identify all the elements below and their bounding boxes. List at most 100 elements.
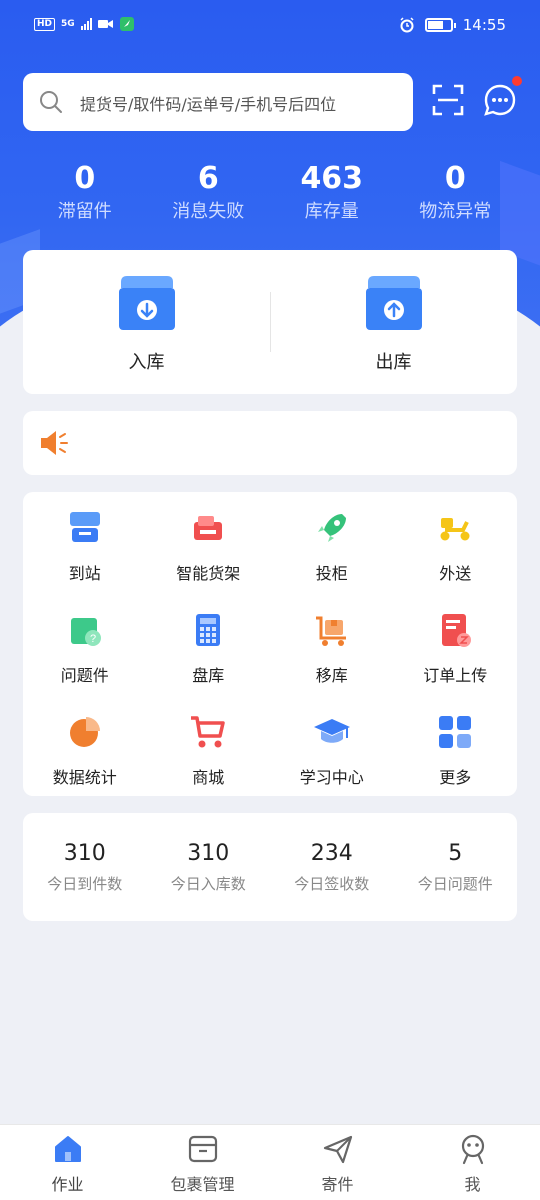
tab-package-management[interactable]: 包裹管理	[135, 1125, 270, 1200]
search-input[interactable]: 提货号/取件码/运单号/手机号后四位	[80, 91, 336, 115]
stat-message-failed[interactable]: 6 消息失败	[147, 160, 271, 230]
today-inbound[interactable]: 310 今日入库数	[147, 813, 271, 921]
outbound-box-icon	[365, 276, 422, 330]
problem-package-icon: ?	[70, 618, 101, 646]
today-arrived[interactable]: 310 今日到件数	[23, 813, 147, 921]
grid-item-more[interactable]: 更多	[394, 712, 518, 794]
today-value: 310	[187, 841, 230, 866]
stat-logistics-exception[interactable]: 0 物流异常	[394, 160, 518, 230]
shopping-cart-icon	[191, 716, 225, 748]
today-value: 310	[63, 841, 106, 866]
grid-item-label: 商城	[192, 768, 225, 787]
grid-item-label: 投柜	[315, 564, 348, 583]
signal-icon	[80, 18, 92, 30]
grid-item-move-stock[interactable]: 移库	[270, 610, 394, 692]
inbound-outbound-card: 入库 出库	[23, 250, 517, 394]
more-grid-icon	[439, 716, 472, 748]
stat-value: 0	[444, 161, 466, 196]
stat-label: 消息失败	[172, 201, 245, 222]
stat-label: 滞留件	[57, 201, 112, 222]
today-stats-card: 310 今日到件数 310 今日入库数 234 今日签收数 5 今日问题件	[23, 813, 517, 921]
today-label: 今日签收数	[294, 875, 370, 893]
profile-icon	[461, 1134, 484, 1165]
message-icon[interactable]	[484, 84, 516, 116]
pie-chart-icon	[69, 717, 100, 747]
grid-item-delivery[interactable]: 外送	[394, 508, 518, 590]
grid-item-label: 问题件	[60, 666, 109, 685]
tab-work[interactable]: 作业	[0, 1125, 135, 1200]
grid-item-smart-shelf[interactable]: 智能货架	[147, 508, 271, 590]
home-icon	[54, 1136, 81, 1162]
search-bar[interactable]: 提货号/取件码/运单号/手机号后四位	[23, 73, 413, 131]
today-label: 今日到件数	[47, 875, 123, 893]
grid-item-label: 到站	[68, 564, 101, 583]
notification-dot	[512, 76, 522, 86]
grid-item-problem[interactable]: ? 问题件	[23, 610, 147, 692]
grid-item-label: 外送	[439, 564, 472, 583]
today-label: 今日问题件	[417, 875, 493, 893]
outbound-label: 出库	[375, 352, 412, 373]
grid-item-label: 盘库	[192, 666, 225, 685]
grid-item-order-upload[interactable]: 订单上传	[394, 610, 518, 692]
tab-label: 寄件	[321, 1175, 354, 1194]
bottom-tab-bar: 作业 包裹管理 寄件 我	[0, 1124, 540, 1200]
order-upload-icon	[442, 614, 472, 647]
grid-item-label: 订单上传	[423, 666, 488, 685]
app-notify-icon	[119, 17, 134, 31]
inbound-button[interactable]: 入库	[23, 250, 270, 394]
stat-label: 库存量	[304, 201, 359, 222]
scan-icon[interactable]	[432, 84, 464, 116]
scooter-icon	[440, 518, 470, 541]
graduation-cap-icon	[313, 719, 350, 743]
grid-item-mall[interactable]: 商城	[147, 712, 271, 794]
status-left: HD 5G	[34, 17, 134, 31]
status-right: 14:55	[399, 16, 506, 34]
outbound-button[interactable]: 出库	[270, 250, 517, 394]
inbound-label: 入库	[128, 352, 165, 373]
grid-item-label: 更多	[439, 768, 472, 787]
function-grid: 到站 智能货架 投柜 外送 ? 问题件 盘库 移库 订单上传 数据统计 商城 学…	[23, 508, 517, 794]
today-value: 234	[310, 841, 353, 866]
stat-value: 0	[74, 161, 96, 196]
today-value: 5	[448, 841, 463, 866]
grid-item-arrival[interactable]: 到站	[23, 508, 147, 590]
clock: 14:55	[462, 16, 506, 34]
grid-item-learning[interactable]: 学习中心	[270, 712, 394, 794]
grid-item-stocktake[interactable]: 盘库	[147, 610, 271, 692]
today-label: 今日入库数	[170, 875, 246, 893]
hd-badge: HD	[34, 17, 56, 31]
station-icon	[69, 512, 100, 542]
tab-me[interactable]: 我	[405, 1125, 540, 1200]
status-bar: HD 5G 14:55	[0, 0, 540, 52]
calculator-icon	[196, 614, 221, 646]
grid-item-statistics[interactable]: 数据统计	[23, 712, 147, 794]
grid-item-label: 智能货架	[176, 564, 241, 583]
cart-box-icon	[315, 616, 346, 646]
tab-label: 包裹管理	[170, 1175, 235, 1194]
stat-value: 463	[300, 161, 364, 196]
today-signed[interactable]: 234 今日签收数	[270, 813, 394, 921]
battery-icon	[424, 18, 456, 32]
stat-inventory[interactable]: 463 库存量	[270, 160, 394, 230]
package-manage-icon	[188, 1135, 217, 1163]
tab-label: 我	[464, 1175, 481, 1194]
today-problem[interactable]: 5 今日问题件	[394, 813, 518, 921]
stat-label: 物流异常	[419, 201, 492, 222]
header-stats: 0 滞留件 6 消息失败 463 库存量 0 物流异常	[23, 160, 517, 230]
send-icon	[323, 1135, 352, 1164]
function-grid-card: 到站 智能货架 投柜 外送 ? 问题件 盘库 移库 订单上传 数据统计 商城 学…	[23, 492, 517, 796]
notice-bar[interactable]	[23, 411, 517, 475]
divider	[270, 292, 271, 352]
stat-stranded[interactable]: 0 滞留件	[23, 160, 147, 230]
grid-item-label: 移库	[315, 666, 348, 685]
grid-item-locker[interactable]: 投柜	[270, 508, 394, 590]
inbound-box-icon	[118, 276, 175, 330]
alarm-icon	[400, 17, 414, 33]
rocket-icon	[317, 514, 346, 542]
tab-send[interactable]: 寄件	[270, 1125, 405, 1200]
svg-text:?: ?	[90, 633, 96, 645]
speaker-icon	[41, 431, 68, 455]
network-type: 5G	[61, 19, 75, 29]
search-icon	[40, 91, 62, 113]
shelf-icon	[194, 516, 223, 540]
